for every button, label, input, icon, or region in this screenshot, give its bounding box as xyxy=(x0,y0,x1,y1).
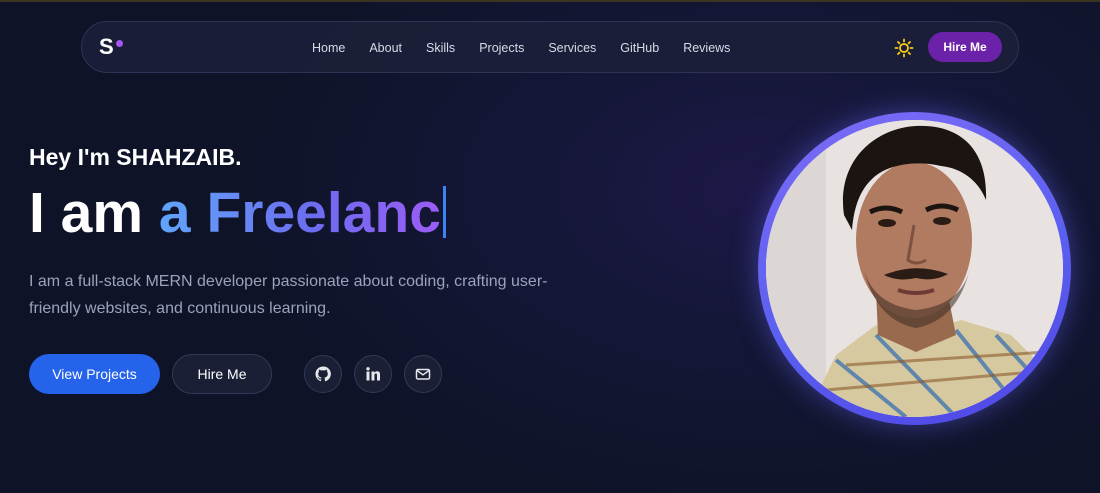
nav-link-github[interactable]: GitHub xyxy=(608,41,671,55)
mail-icon[interactable] xyxy=(404,355,442,393)
nav-link-skills[interactable]: Skills xyxy=(414,41,467,55)
profile-photo xyxy=(766,120,1063,417)
headline-typed: a Freelanc xyxy=(158,181,441,245)
headline: I am a Freelanc xyxy=(29,180,446,246)
logo-dot xyxy=(116,40,123,47)
view-projects-button[interactable]: View Projects xyxy=(29,354,160,394)
nav-links: Home About Skills Projects Services GitH… xyxy=(300,22,742,74)
logo[interactable]: S xyxy=(99,35,114,59)
sun-icon[interactable] xyxy=(894,38,914,58)
linkedin-icon[interactable] xyxy=(354,355,392,393)
nav-link-reviews[interactable]: Reviews xyxy=(671,41,742,55)
headline-static: I am xyxy=(29,181,159,245)
hire-me-button[interactable]: Hire Me xyxy=(172,354,272,394)
hero-description: I am a full-stack MERN developer passion… xyxy=(29,273,548,317)
github-icon[interactable] xyxy=(304,355,342,393)
typing-cursor xyxy=(442,186,446,238)
nav-link-projects[interactable]: Projects xyxy=(467,41,536,55)
nav-link-about[interactable]: About xyxy=(357,41,414,55)
nav-link-services[interactable]: Services xyxy=(536,41,608,55)
navbar: S Home About Skills Projects Services Gi… xyxy=(81,21,1019,73)
nav-hire-button[interactable]: Hire Me xyxy=(928,32,1002,62)
window-top-border xyxy=(0,0,1100,2)
greeting: Hey I'm SHAHZAIB. xyxy=(29,144,242,170)
nav-link-home[interactable]: Home xyxy=(300,41,357,55)
